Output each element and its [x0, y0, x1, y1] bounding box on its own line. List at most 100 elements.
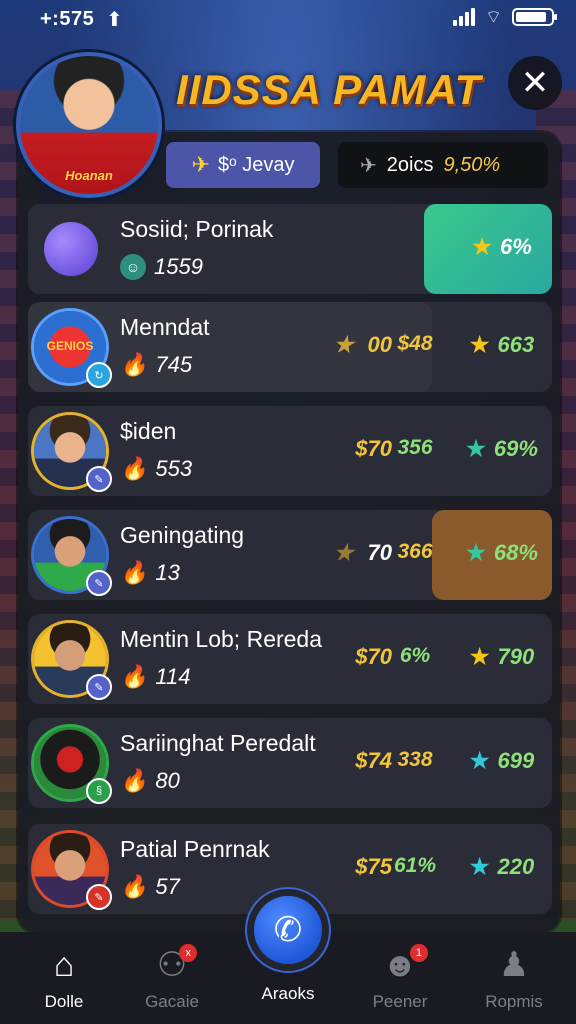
star-icon: ★	[469, 854, 490, 879]
nav-label: Gacaie	[145, 992, 199, 1011]
nav-item-peener[interactable]: ☻ 1 Peener	[350, 944, 450, 1012]
row-name: Mentin Lob; Rereda	[120, 626, 323, 652]
battery-icon	[512, 8, 557, 26]
star-icon: ★	[466, 540, 486, 565]
row-col1: $70	[355, 644, 392, 669]
row-col3: ★ 663	[469, 332, 535, 357]
row-col2: $48	[397, 332, 433, 355]
fire-icon: 🔥	[120, 874, 148, 899]
row-col2: 356	[397, 436, 433, 459]
search-person-icon: ⚇ x	[157, 944, 198, 986]
row-col2: 61%	[393, 854, 437, 877]
fire-icon: 🔥	[120, 456, 148, 481]
location-arrow-icon: ⬆	[106, 9, 123, 31]
home-icon: ⌂	[53, 946, 75, 984]
row-col3: ★ 699	[469, 748, 535, 773]
row-score: 🔥 114	[120, 664, 191, 689]
filter-chip-jevay[interactable]: ✈ $ᵒ Jevay	[166, 142, 320, 188]
close-button[interactable]: ✕	[508, 56, 562, 110]
star-icon: ★	[469, 332, 490, 357]
status-time: +:575	[40, 8, 95, 30]
nav-label: Peener	[372, 992, 428, 1011]
notification-badge: x	[179, 944, 198, 962]
leaderboard-row[interactable]: ✎ Mentin Lob; Rereda 🔥 114 $70 6% ★ 790	[28, 614, 552, 704]
row-score-value: 1559	[154, 254, 203, 279]
notification-badge: 1	[409, 944, 428, 962]
leaderboard-row[interactable]: § Sariinghat Peredalt 🔥 80 $74 338 ★ 699	[28, 718, 552, 808]
leaderboard-row[interactable]: Sosiid; Porinak ☺ 1559 ★ 6%	[28, 204, 552, 294]
nav-item-gacaie[interactable]: ⚇ x Gacaie	[122, 944, 222, 1012]
chip-b-label: 2oics	[386, 153, 434, 176]
call-button[interactable]: ✆	[254, 896, 322, 964]
row-score: 🔥 57	[120, 874, 180, 899]
row-col1: $74	[355, 748, 392, 773]
person-icon: ♟	[498, 946, 530, 984]
star-icon: ★	[469, 748, 490, 773]
leaderboard-row[interactable]: GENIOS ↻ Menndat 🔥 745 ★ 00 $48 ★ 663	[28, 302, 552, 392]
wifi-icon: ⌔	[485, 7, 502, 27]
nav-item-ropmis[interactable]: ♟ Ropmis	[464, 944, 564, 1012]
row-score: 🔥 80	[120, 768, 180, 793]
leaderboard-row[interactable]: ✎ $iden 🔥 553 $70 356 ★ 69%	[28, 406, 552, 496]
nav-item-dolle[interactable]: ⌂ Dolle	[14, 944, 114, 1012]
chip-b-value: 9,50%	[443, 153, 501, 176]
nav-label: Dolle	[44, 992, 84, 1011]
status-icons: ⌔	[453, 7, 557, 27]
chip-a-label: $ᵒ Jevay	[217, 153, 295, 176]
star-icon: ★	[469, 644, 490, 669]
filter-chip-zoics[interactable]: ✈ 2oics 9,50%	[338, 142, 548, 188]
profile-avatar[interactable]: Hoanan	[16, 52, 162, 198]
row-col2: 366	[397, 540, 433, 563]
row-col3: ★ 68%	[466, 540, 538, 565]
genios-badge: GENIOS	[46, 339, 94, 353]
row-col1: ★ 70	[333, 540, 392, 565]
fire-icon: 🔥	[120, 352, 148, 377]
close-icon: ✕	[520, 64, 550, 102]
page-title: IIDSSA PAMAT	[176, 66, 482, 113]
star-icon: ★	[472, 234, 492, 259]
row-name: $iden	[120, 418, 177, 444]
row-score: ☺ 1559	[120, 254, 203, 280]
row-status-icon: ✎	[86, 674, 112, 700]
row-name: Sariinghat Peredalt	[120, 730, 316, 756]
signal-icon	[453, 8, 476, 26]
mini-avatar-icon: ☺	[120, 254, 146, 280]
face-icon: ☻ 1	[382, 944, 428, 986]
row-col3: ★ 6%	[472, 234, 532, 259]
plane-icon: ✈	[360, 154, 377, 177]
row-col2: 6%	[399, 644, 431, 667]
status-bar: +:575 ⬆ ⌔	[0, 0, 576, 40]
star-icon: ★	[333, 332, 354, 357]
row-col1: $75	[355, 854, 392, 879]
star-icon: ★	[333, 540, 354, 565]
row-col2: 338	[397, 748, 433, 771]
jersey-text: Hoanan	[65, 168, 113, 183]
row-col1: $70	[355, 436, 392, 461]
nav-label: Araoks	[261, 984, 315, 1003]
leaderboard-row[interactable]: ✎ Geningating 🔥 13 ★ 70 366 ★ 68%	[28, 510, 552, 600]
fire-icon: 🔥	[120, 560, 148, 585]
row-score: 🔥 553	[120, 456, 193, 481]
nav-item-araoks[interactable]: Araoks	[238, 978, 338, 1004]
row-status-icon: ↻	[86, 362, 112, 388]
planet-icon	[44, 222, 98, 276]
row-col1: ★ 00	[333, 332, 392, 357]
phone-icon: ✆	[273, 911, 303, 949]
fire-icon: 🔥	[120, 768, 148, 793]
row-status-icon: §	[86, 778, 112, 804]
row-status-icon: ✎	[86, 884, 112, 910]
row-name: Geningating	[120, 522, 245, 548]
nav-label: Ropmis	[485, 992, 543, 1011]
row-name: Patial Penrnak	[120, 836, 270, 862]
row-score: 🔥 13	[120, 560, 180, 585]
row-col3: ★ 69%	[466, 436, 538, 461]
row-status-icon: ✎	[86, 466, 112, 492]
row-status-icon: ✎	[86, 570, 112, 596]
fire-icon: 🔥	[120, 664, 148, 689]
row-name: Menndat	[120, 314, 210, 340]
row-col3: ★ 220	[469, 854, 535, 879]
row-name: Sosiid; Porinak	[120, 216, 274, 242]
row-score: 🔥 745	[120, 352, 193, 377]
star-icon: ★	[466, 436, 486, 461]
plane-icon: ✈	[191, 152, 210, 177]
